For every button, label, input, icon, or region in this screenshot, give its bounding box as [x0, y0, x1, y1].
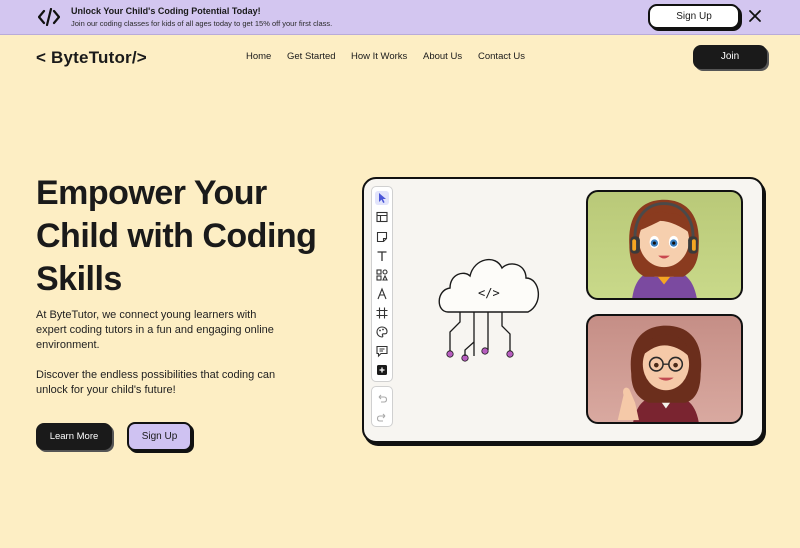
- nav-contact-us[interactable]: Contact Us: [478, 51, 525, 62]
- nav-home[interactable]: Home: [246, 51, 271, 62]
- add-icon[interactable]: [375, 363, 389, 377]
- history-toolbar: [371, 386, 393, 427]
- whiteboard-toolbar: [371, 186, 393, 382]
- sticky-note-icon[interactable]: [375, 230, 389, 244]
- tutor-avatar-photo: [586, 314, 743, 424]
- close-icon[interactable]: [748, 9, 762, 23]
- banner-title: Unlock Your Child's Coding Potential Tod…: [71, 6, 261, 16]
- nav-get-started[interactable]: Get Started: [287, 51, 336, 62]
- nav-how-it-works[interactable]: How It Works: [351, 51, 407, 62]
- text-icon[interactable]: [375, 249, 389, 263]
- table-icon[interactable]: [375, 210, 389, 224]
- palette-icon[interactable]: [375, 325, 389, 339]
- banner-subtitle: Join our coding classes for kids of all …: [71, 19, 333, 28]
- shapes-icon[interactable]: [375, 268, 389, 282]
- frame-icon[interactable]: [375, 306, 389, 320]
- learn-more-button[interactable]: Learn More: [36, 423, 112, 450]
- banner-signup-button[interactable]: Sign Up: [648, 4, 740, 29]
- hero-paragraph-2: Discover the endless possibilities that …: [36, 369, 276, 396]
- cloud-code-label: </>: [478, 286, 500, 300]
- hero-paragraph-1: At ByteTutor, we connect young learners …: [36, 309, 274, 351]
- pen-icon[interactable]: [375, 287, 389, 301]
- hero-title: Empower Your Child with Coding Skills: [36, 174, 317, 298]
- nav-about-us[interactable]: About Us: [423, 51, 462, 62]
- redo-icon[interactable]: [375, 410, 389, 424]
- join-button[interactable]: Join: [693, 45, 767, 69]
- student-avatar-photo: [586, 190, 743, 300]
- comment-icon[interactable]: [375, 344, 389, 358]
- undo-icon[interactable]: [375, 391, 389, 405]
- cursor-icon[interactable]: [375, 191, 389, 205]
- logo[interactable]: < ByteTutor/>: [36, 48, 147, 68]
- hero-signup-button[interactable]: Sign Up: [127, 422, 192, 451]
- promo-banner: Unlock Your Child's Coding Potential Tod…: [0, 0, 800, 35]
- cloud-code-illustration: [430, 246, 550, 366]
- code-brackets-icon: [37, 7, 61, 27]
